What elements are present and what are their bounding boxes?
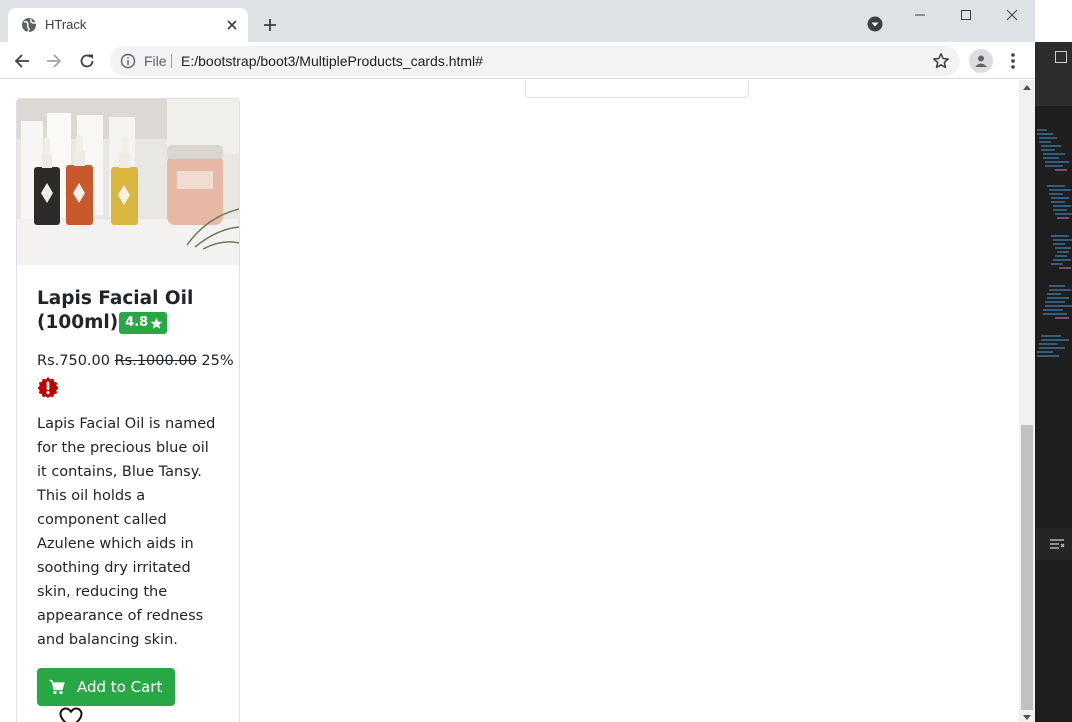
word-wrap-icon[interactable]	[1049, 538, 1065, 550]
close-tab-button[interactable]	[222, 15, 242, 35]
cart-icon	[49, 679, 65, 695]
maximize-button[interactable]	[955, 4, 977, 26]
tab-title: HTrack	[45, 17, 87, 32]
rating-badge: 4.8	[119, 312, 168, 334]
profile-icon	[975, 55, 987, 67]
original-price: Rs.1000.00	[114, 353, 197, 369]
scroll-up-arrow[interactable]	[1023, 85, 1031, 90]
tab-search-icon[interactable]	[866, 15, 884, 33]
forward-icon	[47, 54, 62, 68]
minimize-button[interactable]	[909, 4, 931, 26]
page-content: Lapis Facial Oil (100ml) 4.8 Rs.750.00 Rs…	[0, 80, 1019, 722]
close-icon	[227, 20, 237, 30]
price-row: Rs.750.00 Rs.1000.00 25%	[37, 351, 234, 371]
scrollbar-thumb[interactable]	[1021, 425, 1033, 710]
tab-htrack[interactable]: HTrack	[8, 8, 248, 42]
product-description: Lapis Facial Oil is named for the precio…	[37, 416, 216, 648]
profile-button[interactable]	[969, 49, 993, 73]
editor-split-button[interactable]	[1055, 51, 1067, 63]
plus-icon	[264, 19, 276, 31]
close-icon	[1006, 9, 1018, 21]
back-button[interactable]	[9, 48, 35, 74]
forward-button[interactable]	[41, 48, 67, 74]
product-image	[17, 99, 239, 265]
product-photo	[17, 99, 239, 265]
heart-icon[interactable]	[59, 707, 83, 722]
product-name: Lapis Facial Oil (100ml)	[37, 288, 194, 333]
background-editor-window	[1035, 0, 1072, 722]
url-scheme-label: File	[144, 53, 167, 69]
url-text[interactable]: E:/bootstrap/boot3/MultipleProducts_card…	[181, 53, 483, 69]
product-title: Lapis Facial Oil (100ml) 4.8	[37, 287, 219, 335]
globe-icon	[22, 18, 36, 33]
alert-icon	[37, 377, 59, 398]
product-card-edge	[525, 80, 749, 98]
discount-percent: 25%	[201, 353, 234, 369]
editor-titlebar	[1035, 0, 1072, 42]
add-to-cart-button[interactable]: Add to Cart	[37, 668, 176, 706]
url-separator	[171, 54, 172, 68]
back-icon	[14, 54, 29, 68]
reload-button[interactable]	[74, 48, 100, 74]
info-icon[interactable]	[120, 53, 136, 69]
page-scrollbar[interactable]	[1019, 80, 1035, 722]
browser-toolbar: File E:/bootstrap/boot3/MultipleProducts…	[0, 42, 1035, 79]
rating-value: 4.8	[125, 315, 149, 330]
star-icon	[150, 317, 163, 329]
maximize-icon	[961, 10, 971, 20]
menu-icon	[1011, 53, 1015, 69]
browser-menu-button[interactable]	[1004, 51, 1022, 71]
editor-minimap	[1037, 129, 1072, 357]
bookmark-star-icon[interactable]	[932, 52, 950, 70]
address-bar[interactable]: File E:/bootstrap/boot3/MultipleProducts…	[110, 46, 960, 76]
add-to-cart-label: Add to Cart	[77, 678, 163, 696]
tab-strip: HTrack	[0, 0, 1035, 42]
scroll-down-arrow[interactable]	[1023, 715, 1031, 720]
minimize-icon	[915, 14, 925, 16]
close-window-button[interactable]	[1001, 4, 1023, 26]
new-tab-button[interactable]	[258, 13, 282, 37]
current-price: Rs.750.00	[37, 353, 110, 369]
product-card: Lapis Facial Oil (100ml) 4.8 Rs.750.00 Rs…	[16, 98, 240, 722]
reload-icon	[80, 54, 94, 68]
product-card-body: Lapis Facial Oil (100ml) 4.8 Rs.750.00 Rs…	[17, 287, 239, 722]
browser-window: HTrack File E:/bootstrap/boot3/MultipleP…	[0, 0, 1035, 722]
